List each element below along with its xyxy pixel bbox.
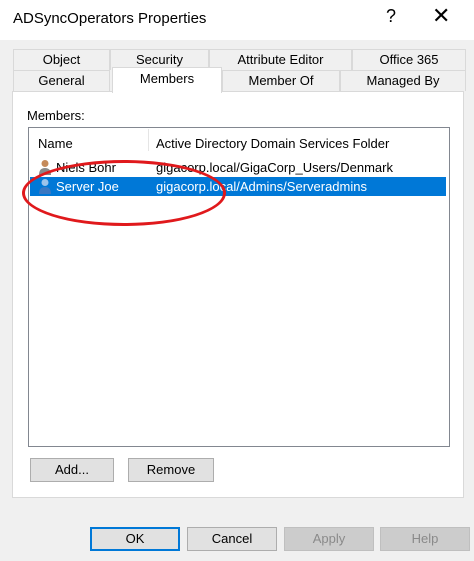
column-header-folder[interactable]: Active Directory Domain Services Folder — [156, 136, 389, 151]
tab-members[interactable]: Members — [112, 67, 222, 93]
cancel-button[interactable]: Cancel — [187, 527, 277, 551]
help-icon[interactable]: ? — [386, 6, 396, 27]
add-button[interactable]: Add... — [30, 458, 114, 482]
column-header-name[interactable]: Name — [38, 136, 73, 151]
tab-managed-by[interactable]: Managed By — [340, 70, 466, 91]
ok-button[interactable]: OK — [90, 527, 180, 551]
tab-object[interactable]: Object — [13, 49, 110, 70]
tab-general[interactable]: General — [13, 70, 110, 91]
remove-button[interactable]: Remove — [128, 458, 214, 482]
members-label: Members: — [27, 108, 85, 123]
tab-office-365[interactable]: Office 365 — [352, 49, 466, 70]
title-bar: ADSyncOperators Properties ? ✕ — [0, 0, 474, 40]
column-divider[interactable] — [148, 129, 149, 151]
close-icon[interactable]: ✕ — [432, 3, 450, 29]
highlight-annotation — [22, 160, 226, 226]
tab-attribute-editor[interactable]: Attribute Editor — [209, 49, 352, 70]
tab-member-of[interactable]: Member Of — [222, 70, 340, 91]
window-title: ADSyncOperators Properties — [13, 10, 207, 27]
apply-button[interactable]: Apply — [284, 527, 374, 551]
help-button[interactable]: Help — [380, 527, 470, 551]
